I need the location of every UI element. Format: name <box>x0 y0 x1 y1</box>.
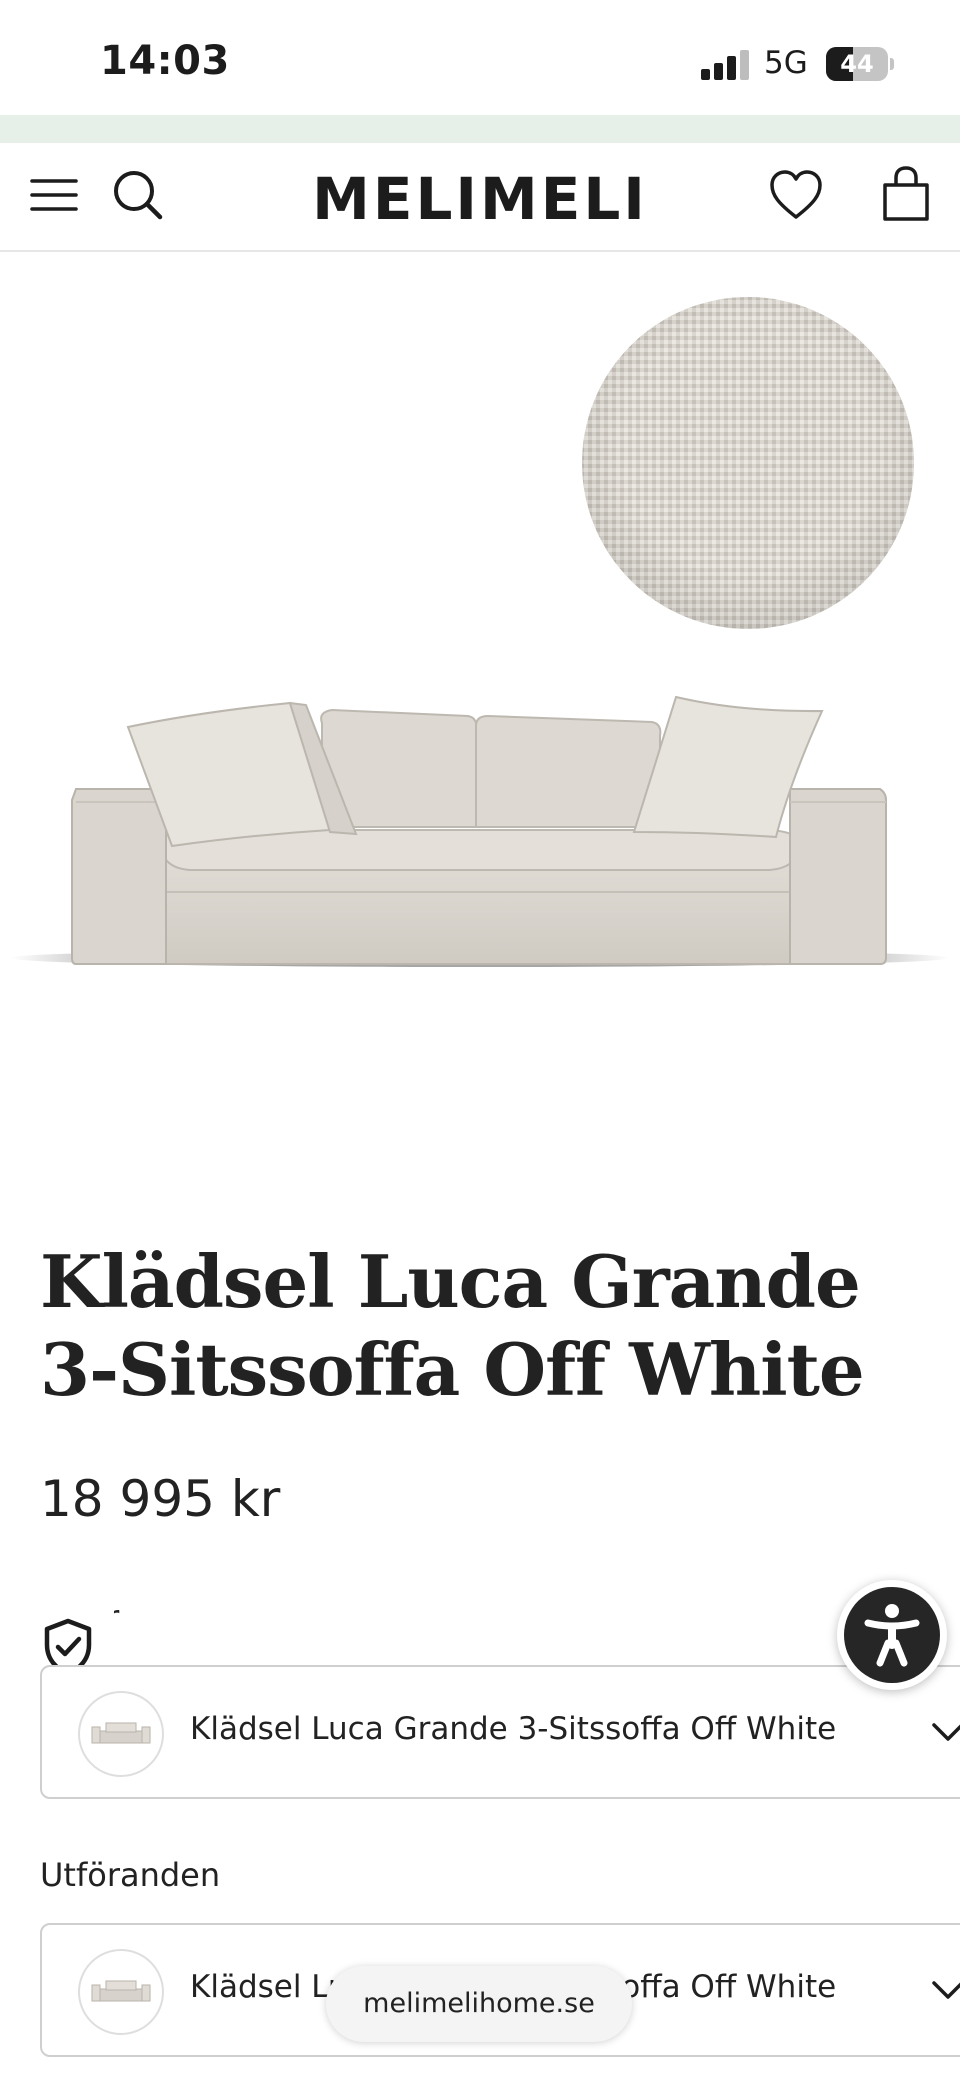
product-title: Klädsel Luca Grande 3-Sitssoffa Off Whit… <box>40 1239 865 1412</box>
option-value: Klädsel Luca Grande 3-Sitssoffa Off Whit… <box>190 1711 837 1747</box>
battery-nub <box>890 58 894 70</box>
network-type: 5G <box>764 45 808 81</box>
site-header: MELIMELI <box>0 143 960 252</box>
sofa-thumbnail-icon <box>91 1722 151 1744</box>
product-image[interactable] <box>0 252 960 1212</box>
option-label: Utföranden <box>40 1856 221 1894</box>
bag-icon[interactable] <box>876 165 936 225</box>
sofa-image <box>10 297 950 967</box>
accessibility-button[interactable] <box>837 1580 947 1690</box>
heart-icon[interactable] <box>766 165 826 225</box>
status-bar: 14:03 5G 44 <box>0 0 960 115</box>
promo-strip <box>0 115 960 143</box>
chevron-down-icon[interactable] <box>928 1969 960 2009</box>
battery-label: 44 <box>840 50 874 78</box>
accessibility-icon <box>864 1604 920 1667</box>
product-price: 18 995 kr <box>40 1470 281 1528</box>
variant-thumbnail <box>78 1691 164 1777</box>
sofa-thumbnail-icon <box>91 1980 151 2002</box>
sofa <box>10 695 950 967</box>
chevron-down-icon[interactable] <box>928 1711 960 1751</box>
signal-icon <box>701 50 751 80</box>
option-select-1[interactable]: Klädsel Luca Grande 3-Sitssoffa Off Whit… <box>40 1665 960 1799</box>
status-time: 14:03 <box>100 38 230 84</box>
battery-icon: 44 <box>826 47 888 81</box>
fabric-swatch <box>582 297 914 629</box>
variant-thumbnail <box>78 1949 164 2035</box>
browser-url-bar[interactable]: melimelihome.se <box>326 1966 632 2042</box>
